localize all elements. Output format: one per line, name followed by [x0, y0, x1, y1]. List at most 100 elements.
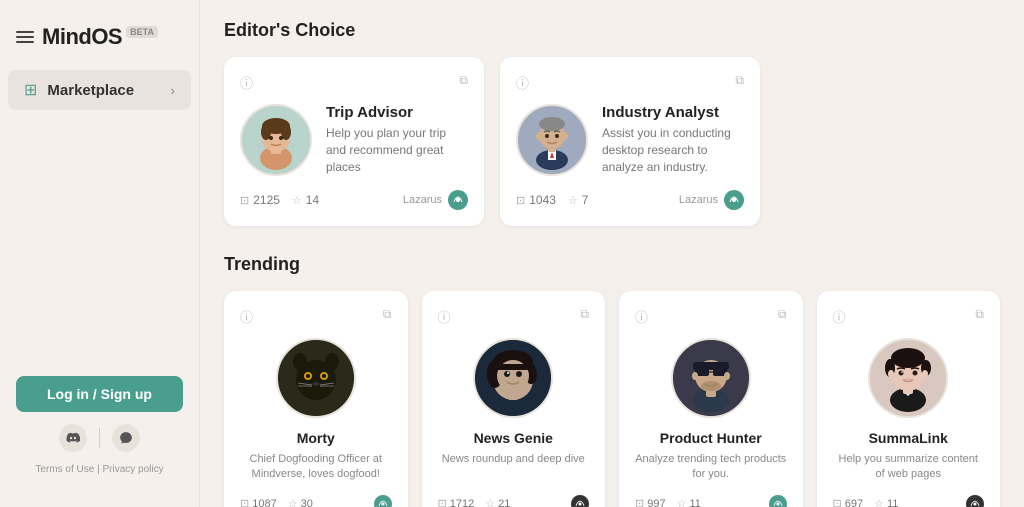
- producthunter-views: 997: [647, 498, 665, 507]
- marketplace-label: Marketplace: [47, 82, 134, 99]
- producthunter-external-icon[interactable]: ⧉: [778, 307, 787, 322]
- morty-desc: Chief Dogfooding Officer at Mindverse, l…: [240, 452, 392, 483]
- newsgenie-header: ⓘ ⧉: [438, 307, 590, 326]
- logo-area: MindOS BETA: [0, 16, 199, 70]
- producthunter-stars: 11: [689, 498, 700, 507]
- discord-icon[interactable]: [59, 424, 87, 452]
- producthunter-avatar: [671, 338, 751, 418]
- industry-analyst-desc: Assist you in conducting desktop researc…: [602, 125, 744, 175]
- summalink-author-badge: [966, 495, 984, 507]
- newsgenie-desc: News roundup and deep dive: [442, 452, 585, 483]
- morty-avatar-svg: [278, 340, 354, 416]
- hamburger-icon[interactable]: [16, 31, 34, 43]
- card-header-2: ⓘ ⧉: [516, 73, 744, 92]
- sidebar-item-marketplace[interactable]: ⊞ Marketplace ›: [8, 70, 191, 110]
- industry-analyst-info: Industry Analyst Assist you in conductin…: [602, 104, 744, 175]
- privacy-link[interactable]: Privacy policy: [102, 464, 163, 475]
- trip-advisor-avatar: [240, 104, 312, 176]
- morty-footer: ⊡ 1087 ☆ 30: [240, 495, 392, 507]
- producthunter-desc: Analyze trending tech products for you.: [635, 452, 787, 483]
- footer-links: Terms of Use | Privacy policy: [16, 464, 183, 475]
- editor-card-body: Trip Advisor Help you plan your trip and…: [240, 104, 468, 176]
- social-links: [16, 424, 183, 452]
- industry-avatar-svg: [518, 106, 586, 174]
- industry-author-name: Lazarus: [679, 194, 718, 206]
- morty-header: ⓘ ⧉: [240, 307, 392, 326]
- newsgenie-author-badge: [571, 495, 589, 507]
- morty-author-badge: [374, 495, 392, 507]
- external-link-icon[interactable]: ⧉: [459, 73, 468, 88]
- card-header: ⓘ ⧉: [240, 73, 468, 92]
- star-icon-2: ☆: [568, 194, 578, 207]
- trending-title: Trending: [224, 254, 1000, 275]
- producthunter-name: Product Hunter: [660, 430, 762, 446]
- morty-star-icon: ☆: [288, 497, 298, 507]
- producthunter-author-badge: [769, 495, 787, 507]
- summalink-footer: ⊡ 697 ☆ 11: [833, 495, 985, 507]
- sidebar-bottom: Log in / Sign up Terms of Use | Privacy …: [0, 360, 199, 491]
- producthunter-header: ⓘ ⧉: [635, 307, 787, 326]
- newsgenie-avatar: [473, 338, 553, 418]
- trip-advisor-footer: ⊡ 2125 ☆ 14 Lazarus: [240, 190, 468, 210]
- summalink-avatar-svg: [870, 340, 946, 416]
- trending-card-morty: ⓘ ⧉: [224, 291, 408, 507]
- editor-card-trip-advisor: ⓘ ⧉: [224, 57, 484, 226]
- external-link-icon-2[interactable]: ⧉: [735, 73, 744, 88]
- newsgenie-views-icon: ⊡: [438, 497, 447, 507]
- producthunter-star-icon: ☆: [677, 497, 687, 507]
- industry-author: Lazarus: [679, 190, 744, 210]
- industry-analyst-footer: ⊡ 1043 ☆ 7 Lazarus: [516, 190, 744, 210]
- producthunter-views-icon: ⊡: [635, 497, 644, 507]
- trip-advisor-name: Trip Advisor: [326, 104, 468, 121]
- trip-views: 2125: [253, 193, 280, 207]
- morty-info-icon[interactable]: ⓘ: [240, 307, 253, 326]
- chat-icon[interactable]: [112, 424, 140, 452]
- newsgenie-avatar-svg: [475, 340, 551, 416]
- views-icon-2: ⊡: [516, 194, 525, 207]
- main-content: Editor's Choice ⓘ ⧉: [200, 0, 1024, 507]
- editor-card-industry-analyst: ⓘ ⧉: [500, 57, 760, 226]
- star-icon: ☆: [292, 194, 302, 207]
- summalink-avatar: [868, 338, 948, 418]
- info-icon-2[interactable]: ⓘ: [516, 73, 529, 92]
- summalink-desc: Help you summarize content of web pages: [833, 452, 985, 483]
- newsgenie-stars: 21: [498, 498, 510, 507]
- terms-link[interactable]: Terms of Use: [35, 464, 94, 475]
- newsgenie-info-icon[interactable]: ⓘ: [438, 307, 451, 326]
- industry-analyst-avatar: [516, 104, 588, 176]
- producthunter-footer: ⊡ 997 ☆ 11: [635, 495, 787, 507]
- newsgenie-star-icon: ☆: [485, 497, 495, 507]
- marketplace-icon: ⊞: [24, 80, 37, 100]
- trip-author-name: Lazarus: [403, 194, 442, 206]
- newsgenie-name: News Genie: [474, 430, 553, 446]
- views-icon: ⊡: [240, 194, 249, 207]
- producthunter-avatar-svg: [673, 340, 749, 416]
- social-divider: [99, 428, 100, 448]
- sidebar: MindOS BETA ⊞ Marketplace › Log in / Sig…: [0, 0, 200, 507]
- trending-grid: ⓘ ⧉: [224, 291, 1000, 507]
- login-button[interactable]: Log in / Sign up: [16, 376, 183, 412]
- app-logo: MindOS: [42, 24, 122, 50]
- summalink-info-icon[interactable]: ⓘ: [833, 307, 846, 326]
- trip-avatar-svg: [242, 106, 310, 174]
- trip-author: Lazarus: [403, 190, 468, 210]
- info-icon[interactable]: ⓘ: [240, 73, 253, 92]
- trending-card-product-hunter: ⓘ ⧉: [619, 291, 803, 507]
- morty-avatar: [276, 338, 356, 418]
- trip-stars: 14: [306, 193, 319, 207]
- summalink-star-icon: ☆: [874, 497, 884, 507]
- morty-external-icon[interactable]: ⧉: [383, 307, 392, 322]
- summalink-name: SummaLink: [869, 430, 948, 446]
- newsgenie-views: 1712: [450, 498, 474, 507]
- industry-views: 1043: [529, 193, 556, 207]
- morty-views: 1087: [252, 498, 276, 507]
- industry-stars: 7: [582, 193, 589, 207]
- summalink-header: ⓘ ⧉: [833, 307, 985, 326]
- newsgenie-external-icon[interactable]: ⧉: [580, 307, 589, 322]
- editors-choice-title: Editor's Choice: [224, 20, 1000, 41]
- industry-author-badge: [724, 190, 744, 210]
- summalink-external-icon[interactable]: ⧉: [975, 307, 984, 322]
- trip-advisor-desc: Help you plan your trip and recommend gr…: [326, 125, 468, 175]
- producthunter-info-icon[interactable]: ⓘ: [635, 307, 648, 326]
- summalink-views-icon: ⊡: [833, 497, 842, 507]
